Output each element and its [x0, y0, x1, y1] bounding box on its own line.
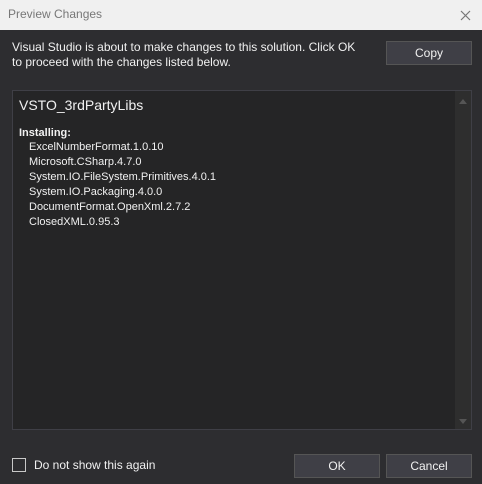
- title-bar: Preview Changes: [0, 0, 482, 30]
- close-icon: [460, 10, 471, 21]
- close-button[interactable]: [448, 0, 482, 30]
- scroll-up-button[interactable]: [455, 93, 471, 107]
- package-item: DocumentFormat.OpenXml.2.7.2: [29, 201, 191, 213]
- scroll-down-button[interactable]: [455, 413, 471, 427]
- do-not-show-label[interactable]: Do not show this again: [34, 458, 155, 472]
- window-title: Preview Changes: [8, 7, 103, 21]
- changes-list-box[interactable]: VSTO_3rdPartyLibs Installing: ExcelNumbe…: [12, 90, 472, 430]
- triangle-up-icon: [459, 91, 467, 109]
- changes-content: VSTO_3rdPartyLibs Installing: ExcelNumbe…: [19, 97, 451, 230]
- dialog-message: Visual Studio is about to make changes t…: [12, 40, 356, 69]
- do-not-show-row: Do not show this again: [12, 458, 155, 472]
- copy-button[interactable]: Copy: [386, 41, 472, 65]
- preview-changes-dialog: Preview Changes Visual Studio is about t…: [0, 0, 482, 484]
- package-item: ExcelNumberFormat.1.0.10: [29, 141, 164, 153]
- do-not-show-checkbox[interactable]: [12, 458, 26, 472]
- package-item: System.IO.Packaging.4.0.0: [29, 186, 163, 198]
- package-item: System.IO.FileSystem.Primitives.4.0.1: [29, 171, 217, 183]
- installing-heading: Installing:: [19, 127, 71, 139]
- package-list: ExcelNumberFormat.1.0.10 Microsoft.CShar…: [19, 140, 451, 230]
- triangle-down-icon: [459, 411, 467, 429]
- vertical-scrollbar[interactable]: [455, 91, 471, 429]
- package-item: Microsoft.CSharp.4.7.0: [29, 156, 142, 168]
- cancel-button[interactable]: Cancel: [386, 454, 472, 478]
- project-name: VSTO_3rdPartyLibs: [19, 97, 144, 113]
- ok-button[interactable]: OK: [294, 454, 380, 478]
- package-item: ClosedXML.0.95.3: [29, 216, 120, 228]
